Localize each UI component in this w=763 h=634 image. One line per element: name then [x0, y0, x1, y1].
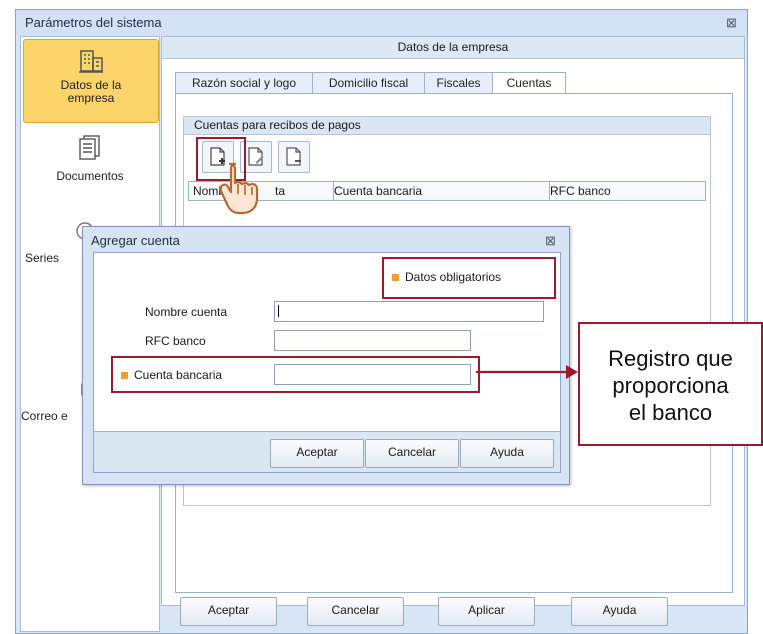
bank-account-highlight [111, 356, 480, 393]
window-close-icon[interactable]: ⊠ [726, 15, 737, 31]
accept-button[interactable]: Aceptar [180, 597, 277, 626]
dialog-title: Agregar cuenta [91, 233, 180, 248]
account-name-input[interactable] [274, 301, 544, 322]
account-name-label: Nombre cuenta [145, 305, 228, 319]
group-title: Cuentas para recibos de pagos [184, 117, 710, 135]
help-button[interactable]: Ayuda [571, 597, 668, 626]
sidebar-item-label: Documentos [56, 169, 124, 183]
dialog-close-icon[interactable]: ⊠ [545, 233, 556, 249]
callout-line: el banco [628, 400, 713, 425]
required-legend-highlight [382, 257, 556, 299]
callout-arrow [476, 365, 578, 379]
dialog-cancel-button[interactable]: Cancelar [365, 439, 459, 468]
apply-button[interactable]: Aplicar [438, 597, 535, 626]
remove-document-icon [286, 147, 301, 166]
tab-fiscal[interactable]: Fiscales [424, 72, 493, 95]
annotation-callout: Registro que proporciona el banco [578, 322, 763, 446]
dialog-footer: Aceptar Cancelar Ayuda [94, 432, 560, 472]
bank-rfc-input[interactable] [274, 330, 471, 351]
building-icon [79, 50, 103, 73]
delete-account-button[interactable] [278, 141, 310, 173]
panel-header: Datos de la empresa [162, 37, 744, 59]
hand-pointer-icon [219, 162, 259, 215]
documents-icon [79, 135, 100, 160]
window-title: Parámetros del sistema [25, 15, 162, 30]
callout-line: Registro que [608, 346, 733, 371]
sidebar-item-company-data[interactable]: Datos de la empresa [23, 39, 159, 123]
column-header-part: ta [275, 184, 286, 198]
cancel-button[interactable]: Cancelar [307, 597, 404, 626]
bank-rfc-label: RFC banco [145, 334, 206, 348]
sidebar-item-documents[interactable]: Documentos [21, 133, 159, 193]
tab-business-name-logo[interactable]: Razón social y logo [175, 72, 313, 95]
callout-line: proporciona [612, 373, 729, 398]
sidebar-item-label: Datos de la empresa [60, 78, 122, 105]
dialog-help-button[interactable]: Ayuda [460, 439, 554, 468]
column-header-bank-rfc[interactable]: RFC banco [546, 182, 709, 200]
window-title-bar: Parámetros del sistema ⊠ [16, 10, 747, 36]
column-header-bank-account[interactable]: Cuenta bancaria [330, 182, 550, 200]
text-cursor [278, 305, 279, 317]
tab-fiscal-address[interactable]: Domicilio fiscal [312, 72, 425, 95]
dialog-accept-button[interactable]: Aceptar [270, 439, 364, 468]
